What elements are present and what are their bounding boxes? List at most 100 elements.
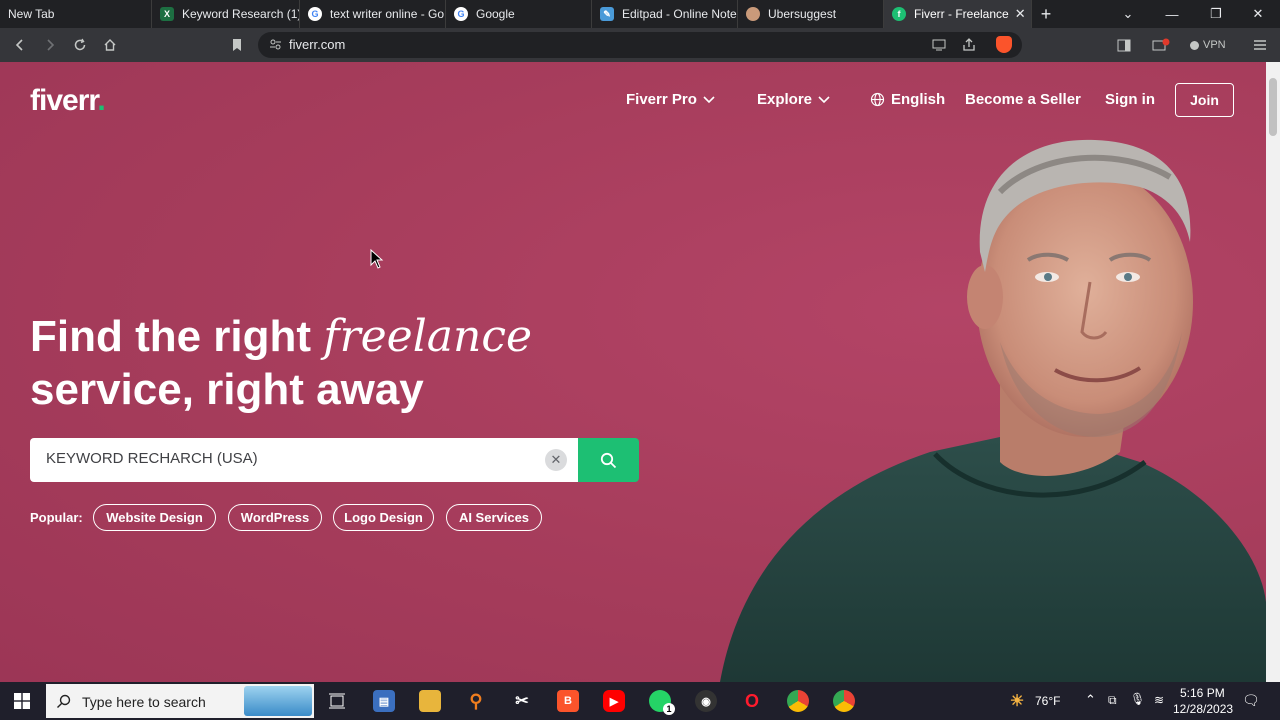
weather-icon[interactable]: ☀ — [1006, 690, 1028, 712]
tab-keyword-research[interactable]: X Keyword Research (1).x — [152, 0, 300, 28]
tab-search-icon[interactable]: ⌄ — [1106, 0, 1150, 28]
restore-icon[interactable]: ❐ — [1194, 0, 1238, 28]
whatsapp-icon[interactable]: 1 — [649, 690, 675, 715]
popular-label: Popular: — [30, 510, 83, 525]
tab-new-tab[interactable]: New Tab — [0, 0, 152, 28]
windows-start-icon[interactable] — [14, 693, 30, 714]
join-label: Join — [1190, 92, 1219, 108]
popular-logo-design[interactable]: Logo Design — [333, 504, 434, 531]
logo-text: fiverr — [30, 84, 98, 117]
brave-browser-icon[interactable]: B — [557, 690, 579, 712]
google-icon: G — [308, 7, 322, 21]
tab-fiverr[interactable]: f Fiverr - Freelance ✕ — [884, 0, 1032, 28]
search-input[interactable] — [46, 450, 526, 467]
chevron-down-icon — [703, 95, 715, 103]
tray-device-icon[interactable]: ⧉ — [1108, 693, 1117, 708]
popular-ai-services[interactable]: AI Services — [446, 504, 542, 531]
task-view-icon[interactable] — [326, 690, 348, 712]
clear-search-icon[interactable]: ✕ — [545, 449, 567, 471]
tab-editpad[interactable]: ✎ Editpad - Online Note — [592, 0, 738, 28]
search-icon — [57, 694, 71, 708]
fiverr-logo[interactable]: fiverr. — [30, 84, 106, 118]
excel-icon: X — [160, 7, 174, 21]
nav-sign-in[interactable]: Sign in — [1105, 91, 1155, 108]
pill-label: AI Services — [458, 510, 530, 525]
whatsapp-badge: 1 — [663, 703, 675, 715]
cast-icon[interactable] — [932, 38, 946, 56]
brave-shields-icon[interactable] — [996, 36, 1012, 53]
hero-title: Find the right freelance service, right … — [30, 310, 532, 416]
mouse-cursor-icon — [370, 249, 384, 269]
tab-title: Fiverr - Freelance — [914, 7, 1009, 21]
close-tab-icon[interactable]: ✕ — [1009, 6, 1026, 22]
nav-become-seller-label: Become a Seller — [965, 91, 1081, 108]
bookmark-icon[interactable] — [227, 35, 247, 55]
url-text[interactable]: fiverr.com — [289, 37, 345, 52]
windows-taskbar: Type here to search ▤ ⚲ ✂ B ▶ 1 ◉ O ☀ 76… — [0, 682, 1280, 720]
new-tab-icon[interactable]: + — [1032, 4, 1060, 25]
nav-fiverr-pro[interactable]: Fiverr Pro — [626, 91, 715, 108]
ubersuggest-icon — [746, 7, 760, 21]
tab-ubersuggest[interactable]: Ubersuggest — [738, 0, 884, 28]
address-bar[interactable]: fiverr.com — [258, 32, 1022, 58]
search-app-icon[interactable]: ⚲ — [465, 690, 487, 712]
popular-website-design[interactable]: Website Design — [93, 504, 216, 531]
nav-sign-in-label: Sign in — [1105, 91, 1155, 108]
hero-title-part1: Find the right — [30, 312, 324, 361]
minimize-icon[interactable]: — — [1150, 0, 1194, 28]
snipping-tool-icon[interactable]: ✂ — [511, 690, 533, 712]
search-button[interactable] — [578, 438, 639, 482]
editpad-icon: ✎ — [600, 7, 614, 21]
site-info-icon[interactable] — [269, 38, 282, 56]
forward-icon[interactable] — [40, 35, 60, 55]
nav-language[interactable]: English — [870, 91, 945, 108]
back-icon[interactable] — [10, 35, 30, 55]
pill-label: Logo Design — [344, 510, 423, 525]
file-explorer-icon[interactable] — [419, 690, 441, 712]
share-icon[interactable] — [962, 38, 976, 56]
logo-dot: . — [97, 84, 105, 117]
reload-icon[interactable] — [70, 35, 90, 55]
vpn-label: VPN — [1203, 39, 1226, 51]
nav-become-seller[interactable]: Become a Seller — [965, 91, 1081, 108]
vpn-button[interactable]: VPN — [1190, 36, 1226, 54]
sidebar-icon[interactable] — [1114, 35, 1134, 55]
home-icon[interactable] — [100, 35, 120, 55]
notification-icon[interactable]: 🗨 — [1242, 692, 1260, 709]
youtube-icon[interactable]: ▶ — [603, 690, 625, 712]
close-window-icon[interactable]: ✕ — [1236, 0, 1280, 28]
browser-tab-strip: New Tab X Keyword Research (1).x G text … — [0, 0, 1280, 28]
pill-label: WordPress — [240, 510, 310, 525]
file-transfer-app-icon[interactable]: ▤ — [373, 690, 395, 712]
taskbar-search[interactable]: Type here to search — [46, 684, 314, 718]
taskbar-search-placeholder: Type here to search — [82, 694, 206, 710]
tab-text-writer[interactable]: G text writer online - Go — [300, 0, 446, 28]
opera-icon[interactable]: O — [741, 690, 763, 712]
hero-title-italic: freelance — [323, 311, 533, 362]
scrollbar-thumb[interactable] — [1269, 78, 1277, 136]
join-button[interactable]: Join — [1175, 83, 1234, 117]
globe-icon — [870, 92, 885, 107]
chrome-icon[interactable] — [787, 690, 809, 712]
tab-title: Google — [476, 7, 515, 21]
clock-time[interactable]: 5:16 PM — [1180, 686, 1225, 700]
microphone-icon[interactable]: 🎙 — [1130, 692, 1145, 706]
popular-wordpress[interactable]: WordPress — [228, 504, 322, 531]
tab-google[interactable]: G Google — [446, 0, 592, 28]
menu-icon[interactable] — [1250, 35, 1270, 55]
tray-chevron-up-icon[interactable]: ⌃ — [1085, 692, 1096, 708]
weather-temp[interactable]: 76°F — [1035, 694, 1060, 708]
wifi-icon[interactable]: ≋ — [1154, 693, 1164, 707]
tab-title: Ubersuggest — [768, 7, 837, 21]
app-icon-dark[interactable]: ◉ — [695, 690, 717, 712]
fiverr-page: fiverr. Fiverr Pro Explore English Becom… — [0, 62, 1266, 682]
nav-explore[interactable]: Explore — [757, 91, 830, 108]
tab-title: New Tab — [8, 7, 55, 21]
clock-date[interactable]: 12/28/2023 — [1173, 702, 1233, 716]
nav-language-label: English — [891, 91, 946, 108]
nav-fiverr-pro-label: Fiverr Pro — [626, 91, 697, 108]
page-scrollbar[interactable] — [1266, 62, 1280, 682]
wallet-icon[interactable] — [1151, 35, 1171, 55]
chrome-icon[interactable] — [833, 690, 855, 712]
search-box: ✕ — [30, 438, 578, 482]
